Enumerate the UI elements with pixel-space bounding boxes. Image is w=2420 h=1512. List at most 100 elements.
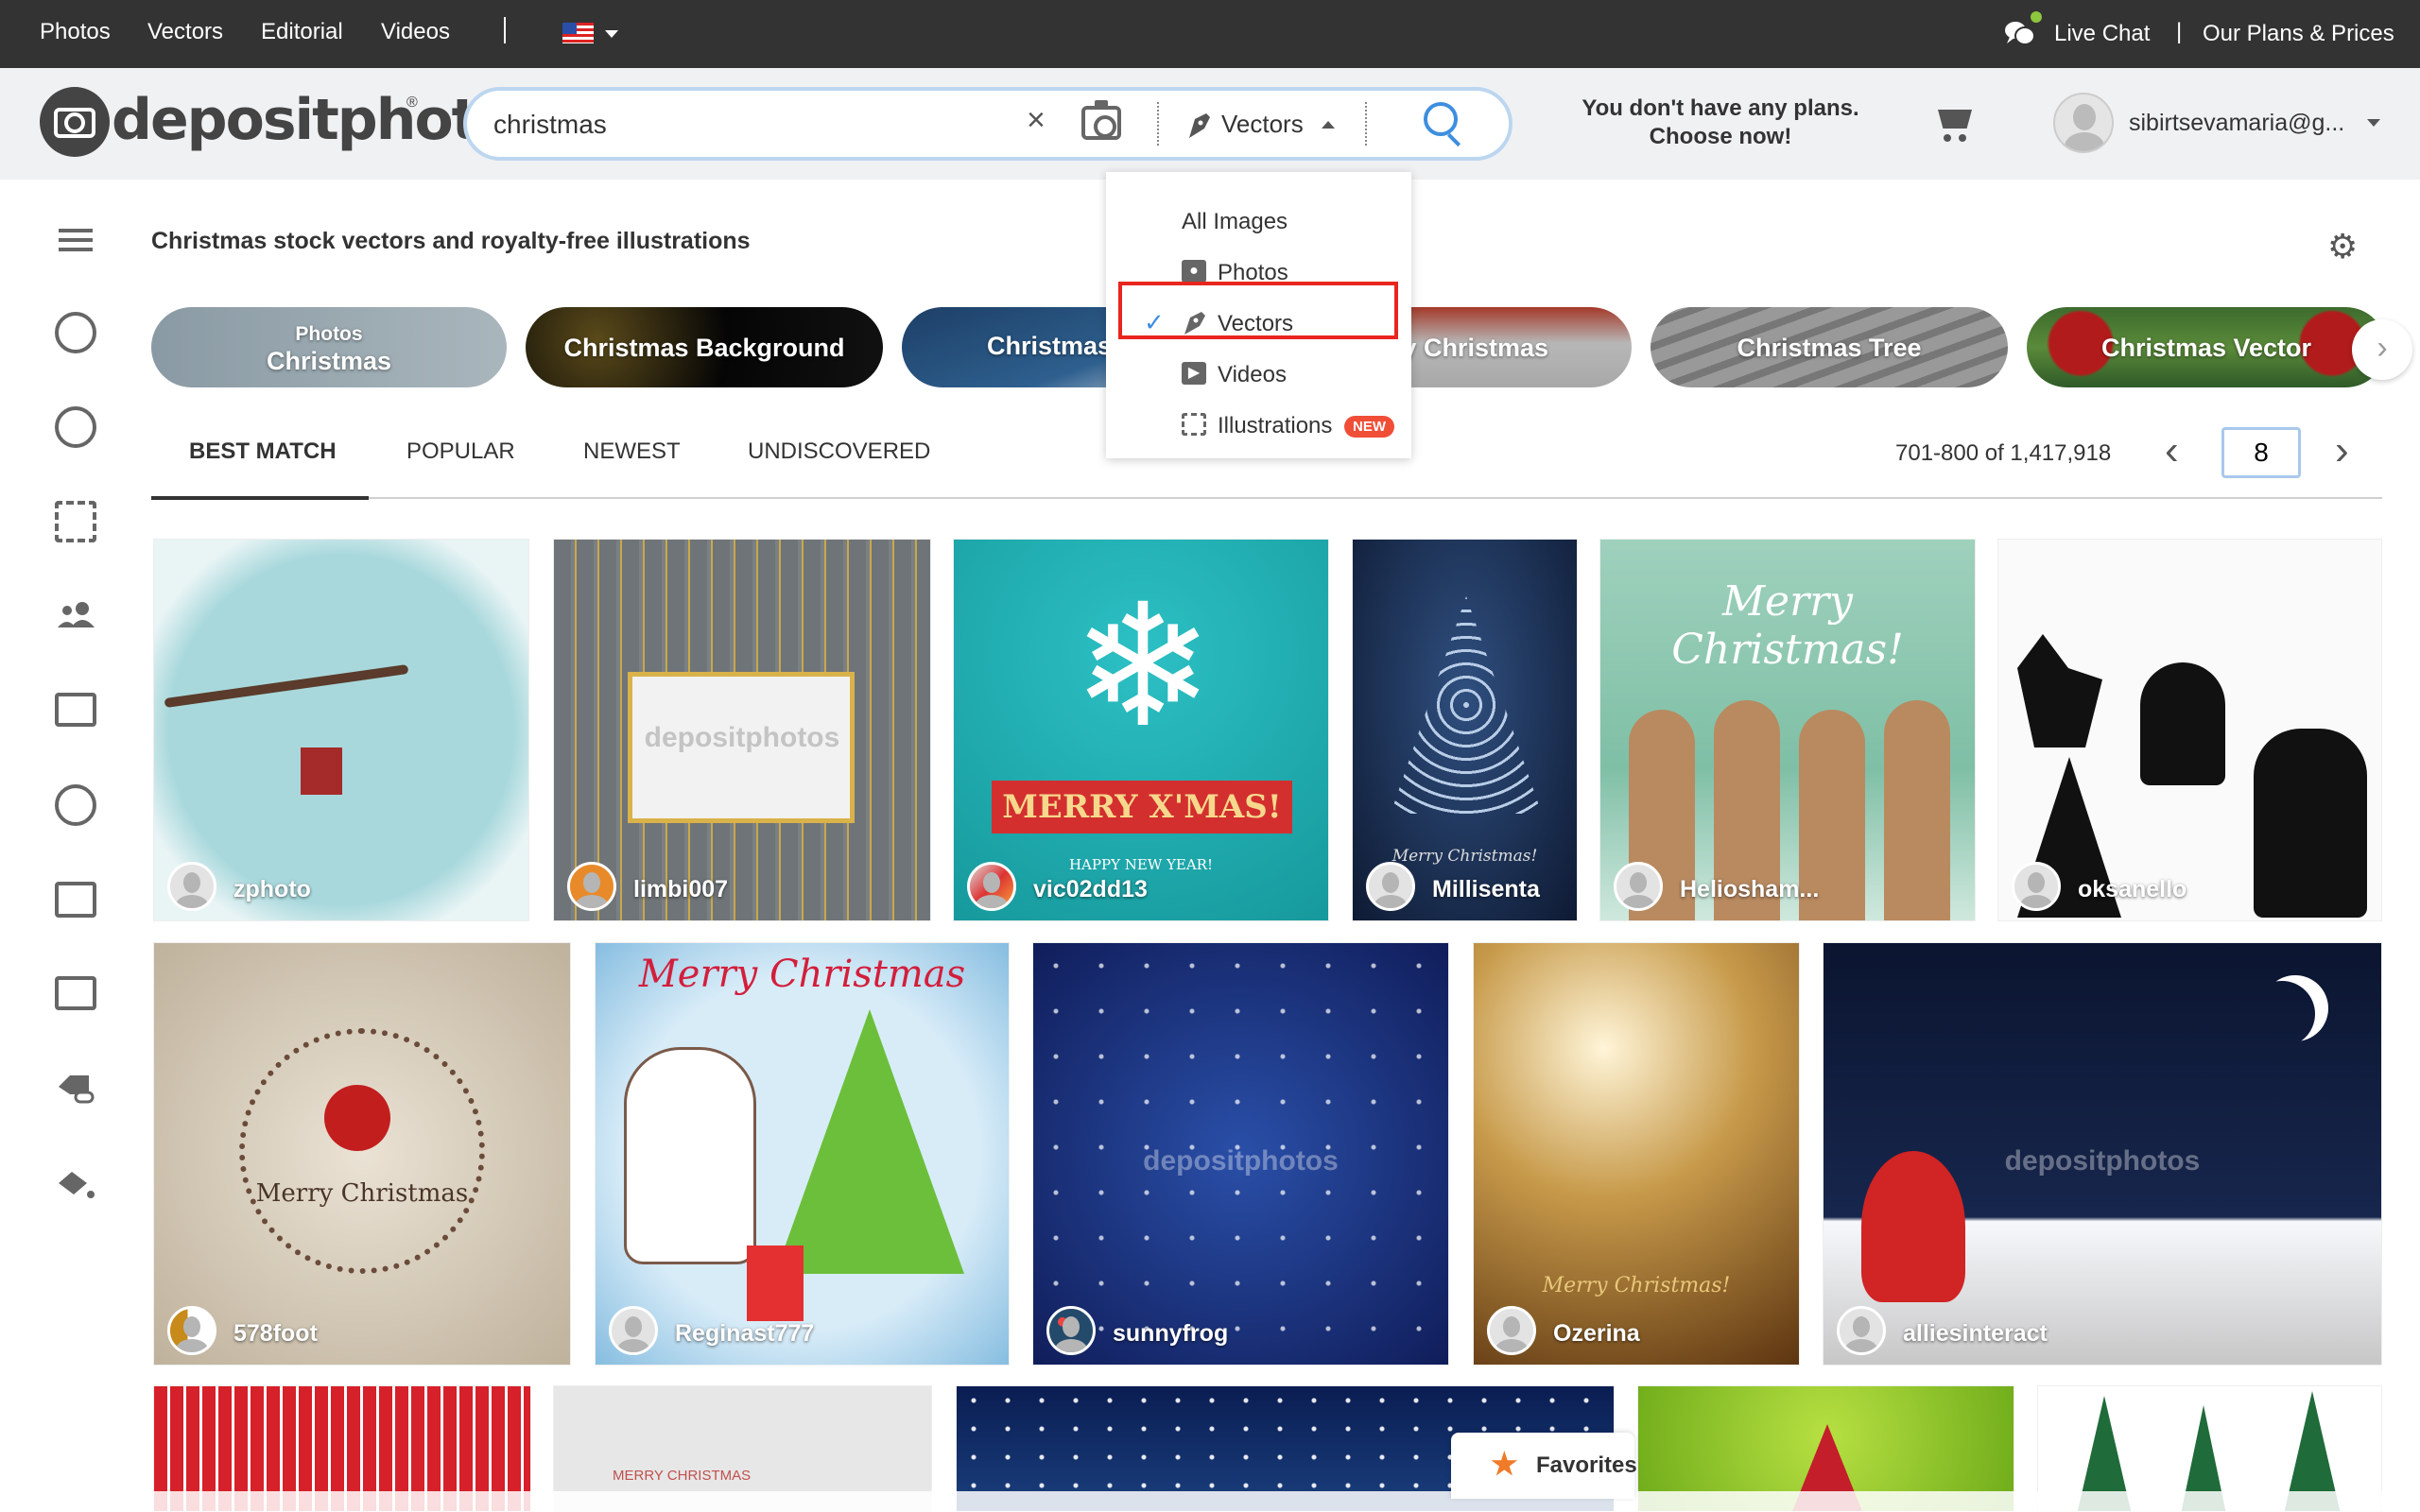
- author-name[interactable]: oksanello: [2078, 876, 2187, 903]
- author-avatar: [567, 862, 616, 911]
- author-name[interactable]: limbi007: [633, 876, 728, 903]
- author-name[interactable]: Reginast777: [675, 1320, 814, 1348]
- tag-remove-icon[interactable]: [55, 1068, 96, 1109]
- nav-videos[interactable]: Videos: [381, 19, 450, 45]
- tab-newest[interactable]: NEWEST: [583, 438, 681, 465]
- art-text: Merry Christmas: [638, 953, 966, 996]
- image-card[interactable]: depositphotos sunnyfrog: [1032, 942, 1449, 1366]
- plans-prices-link[interactable]: Our Plans & Prices: [2203, 21, 2394, 47]
- menu-item-all-images[interactable]: All Images: [1106, 197, 1411, 248]
- menu-item-videos[interactable]: ▶ Videos: [1106, 350, 1411, 401]
- prev-page-button[interactable]: ‹: [2165, 427, 2179, 474]
- watermark: depositphotos: [1143, 1145, 1339, 1177]
- tabs-divider: [151, 497, 2382, 499]
- search-input[interactable]: christmas: [493, 110, 607, 140]
- reindeer-silhouette-art: [2017, 634, 2102, 747]
- chevron-up-icon[interactable]: [1322, 121, 1335, 129]
- language-chevron-down-icon[interactable]: [605, 30, 618, 38]
- art-text: Merry Christmas!: [1671, 577, 1904, 674]
- art-text: Merry Christmas: [255, 1179, 469, 1208]
- tab-best-match[interactable]: BEST MATCH: [189, 438, 337, 465]
- chip-christmas-background[interactable]: Christmas Background: [526, 307, 883, 387]
- live-chat-icon[interactable]: [2004, 19, 2036, 47]
- resize-icon[interactable]: [55, 882, 96, 918]
- image-card[interactable]: oksanello: [1997, 539, 2382, 921]
- menu-hamburger-icon[interactable]: [59, 229, 93, 251]
- author-name[interactable]: 578foot: [233, 1320, 318, 1348]
- paint-bucket-icon[interactable]: [55, 1162, 96, 1204]
- content-type-select[interactable]: Vectors: [1221, 110, 1304, 139]
- us-flag-icon[interactable]: [562, 23, 594, 43]
- unicorn-art: [624, 1047, 756, 1264]
- chip-sublabel: Photos: [295, 322, 363, 345]
- trending-icon[interactable]: [55, 312, 96, 353]
- nav-editorial[interactable]: Editorial: [261, 19, 343, 45]
- image-card[interactable]: depositphotos alliesinteract: [1823, 942, 2382, 1366]
- page-number-input[interactable]: 8: [2221, 427, 2301, 478]
- cart-icon[interactable]: [1932, 102, 1978, 147]
- menu-item-illustrations[interactable]: Illustrations NEW: [1106, 401, 1411, 452]
- menu-item-label: All Images: [1182, 209, 1288, 234]
- clear-search-icon[interactable]: ×: [1027, 102, 1046, 139]
- illustration-icon: [1182, 413, 1206, 436]
- page-title: Christmas stock vectors and royalty-free…: [151, 228, 751, 254]
- chips-next-button[interactable]: ›: [2352, 319, 2412, 380]
- logo-camera-icon[interactable]: [40, 87, 110, 157]
- image-card[interactable]: Merry Christmas! Heliosham...: [1599, 539, 1976, 921]
- author-name[interactable]: sunnyfrog: [1113, 1320, 1228, 1348]
- menu-item-label: Illustrations: [1218, 413, 1333, 438]
- image-card[interactable]: Merry Christmas! Ozerina: [1473, 942, 1800, 1366]
- people-icon[interactable]: [55, 595, 96, 637]
- author-name[interactable]: alliesinteract: [1903, 1320, 2048, 1348]
- chip-photos-christmas[interactable]: Photos Christmas: [151, 307, 507, 387]
- avatar[interactable]: [2053, 93, 2114, 153]
- author-name[interactable]: Ozerina: [1553, 1320, 1640, 1348]
- search-button[interactable]: [1422, 100, 1465, 147]
- next-page-button[interactable]: ›: [2335, 427, 2349, 474]
- favorites-button[interactable]: ★ Favorites: [1451, 1433, 1637, 1499]
- live-chat-link[interactable]: Live Chat: [2054, 21, 2150, 47]
- user-menu-chevron-icon[interactable]: [2367, 119, 2380, 127]
- star-icon: ★: [1491, 1447, 1518, 1481]
- author-name[interactable]: zphoto: [233, 876, 311, 903]
- author-name[interactable]: Heliosham...: [1680, 876, 1819, 903]
- author-name[interactable]: vic02dd13: [1033, 876, 1148, 903]
- chip-christmas-tree[interactable]: Christmas Tree: [1651, 307, 2008, 387]
- camera-search-icon[interactable]: [1081, 100, 1121, 140]
- chip-label: Christmas Background: [563, 333, 845, 362]
- chip-label: Christmas Tree: [1737, 333, 1922, 362]
- chip-label: Christmas: [266, 346, 392, 375]
- plans-notice[interactable]: You don't have any plans. Choose now!: [1550, 94, 1891, 151]
- gift-art: [747, 1246, 804, 1321]
- favorites-label: Favorites: [1536, 1452, 1637, 1478]
- nav-vectors[interactable]: Vectors: [147, 19, 223, 45]
- tree-art: [1391, 596, 1542, 814]
- author-avatar: [167, 1306, 216, 1355]
- pen-nib-icon: [1189, 113, 1210, 138]
- article-icon[interactable]: [55, 976, 96, 1010]
- divider: [1157, 102, 1159, 146]
- image-card[interactable]: Merry Christmas Reginast777: [595, 942, 1010, 1366]
- snowman-silhouette-art: [2140, 662, 2225, 785]
- tab-undiscovered[interactable]: UNDISCOVERED: [748, 438, 930, 465]
- divider: [1365, 102, 1367, 146]
- user-email[interactable]: sibirtsevamaria@g...: [2129, 110, 2344, 137]
- reindeer-art: [1884, 700, 1950, 920]
- image-card[interactable]: Merry Christmas 578foot: [153, 942, 571, 1366]
- globe-icon[interactable]: [55, 406, 96, 448]
- tab-popular[interactable]: POPULAR: [406, 438, 515, 465]
- image-card[interactable]: Merry Christmas! Millisenta: [1352, 539, 1578, 921]
- list-icon[interactable]: [55, 693, 96, 727]
- nav-photos[interactable]: Photos: [40, 19, 111, 45]
- top-nav-bar: Photos Vectors Editorial Videos Live Cha…: [0, 0, 2420, 68]
- image-card[interactable]: ❄ MERRY X'MAS! HAPPY NEW YEAR! vic02dd13: [953, 539, 1329, 921]
- branch-art: [164, 663, 409, 709]
- gear-icon[interactable]: ⚙: [2327, 227, 2358, 266]
- author-name[interactable]: Millisenta: [1432, 876, 1540, 903]
- image-card[interactable]: depositphotos limbi007: [553, 539, 931, 921]
- new-badge: NEW: [1344, 416, 1394, 438]
- image-card[interactable]: zphoto: [153, 539, 529, 921]
- focus-frame-icon[interactable]: [55, 501, 96, 542]
- chip-christmas-vector[interactable]: Christmas Vector: [2027, 307, 2386, 387]
- user-circle-icon[interactable]: [55, 784, 96, 826]
